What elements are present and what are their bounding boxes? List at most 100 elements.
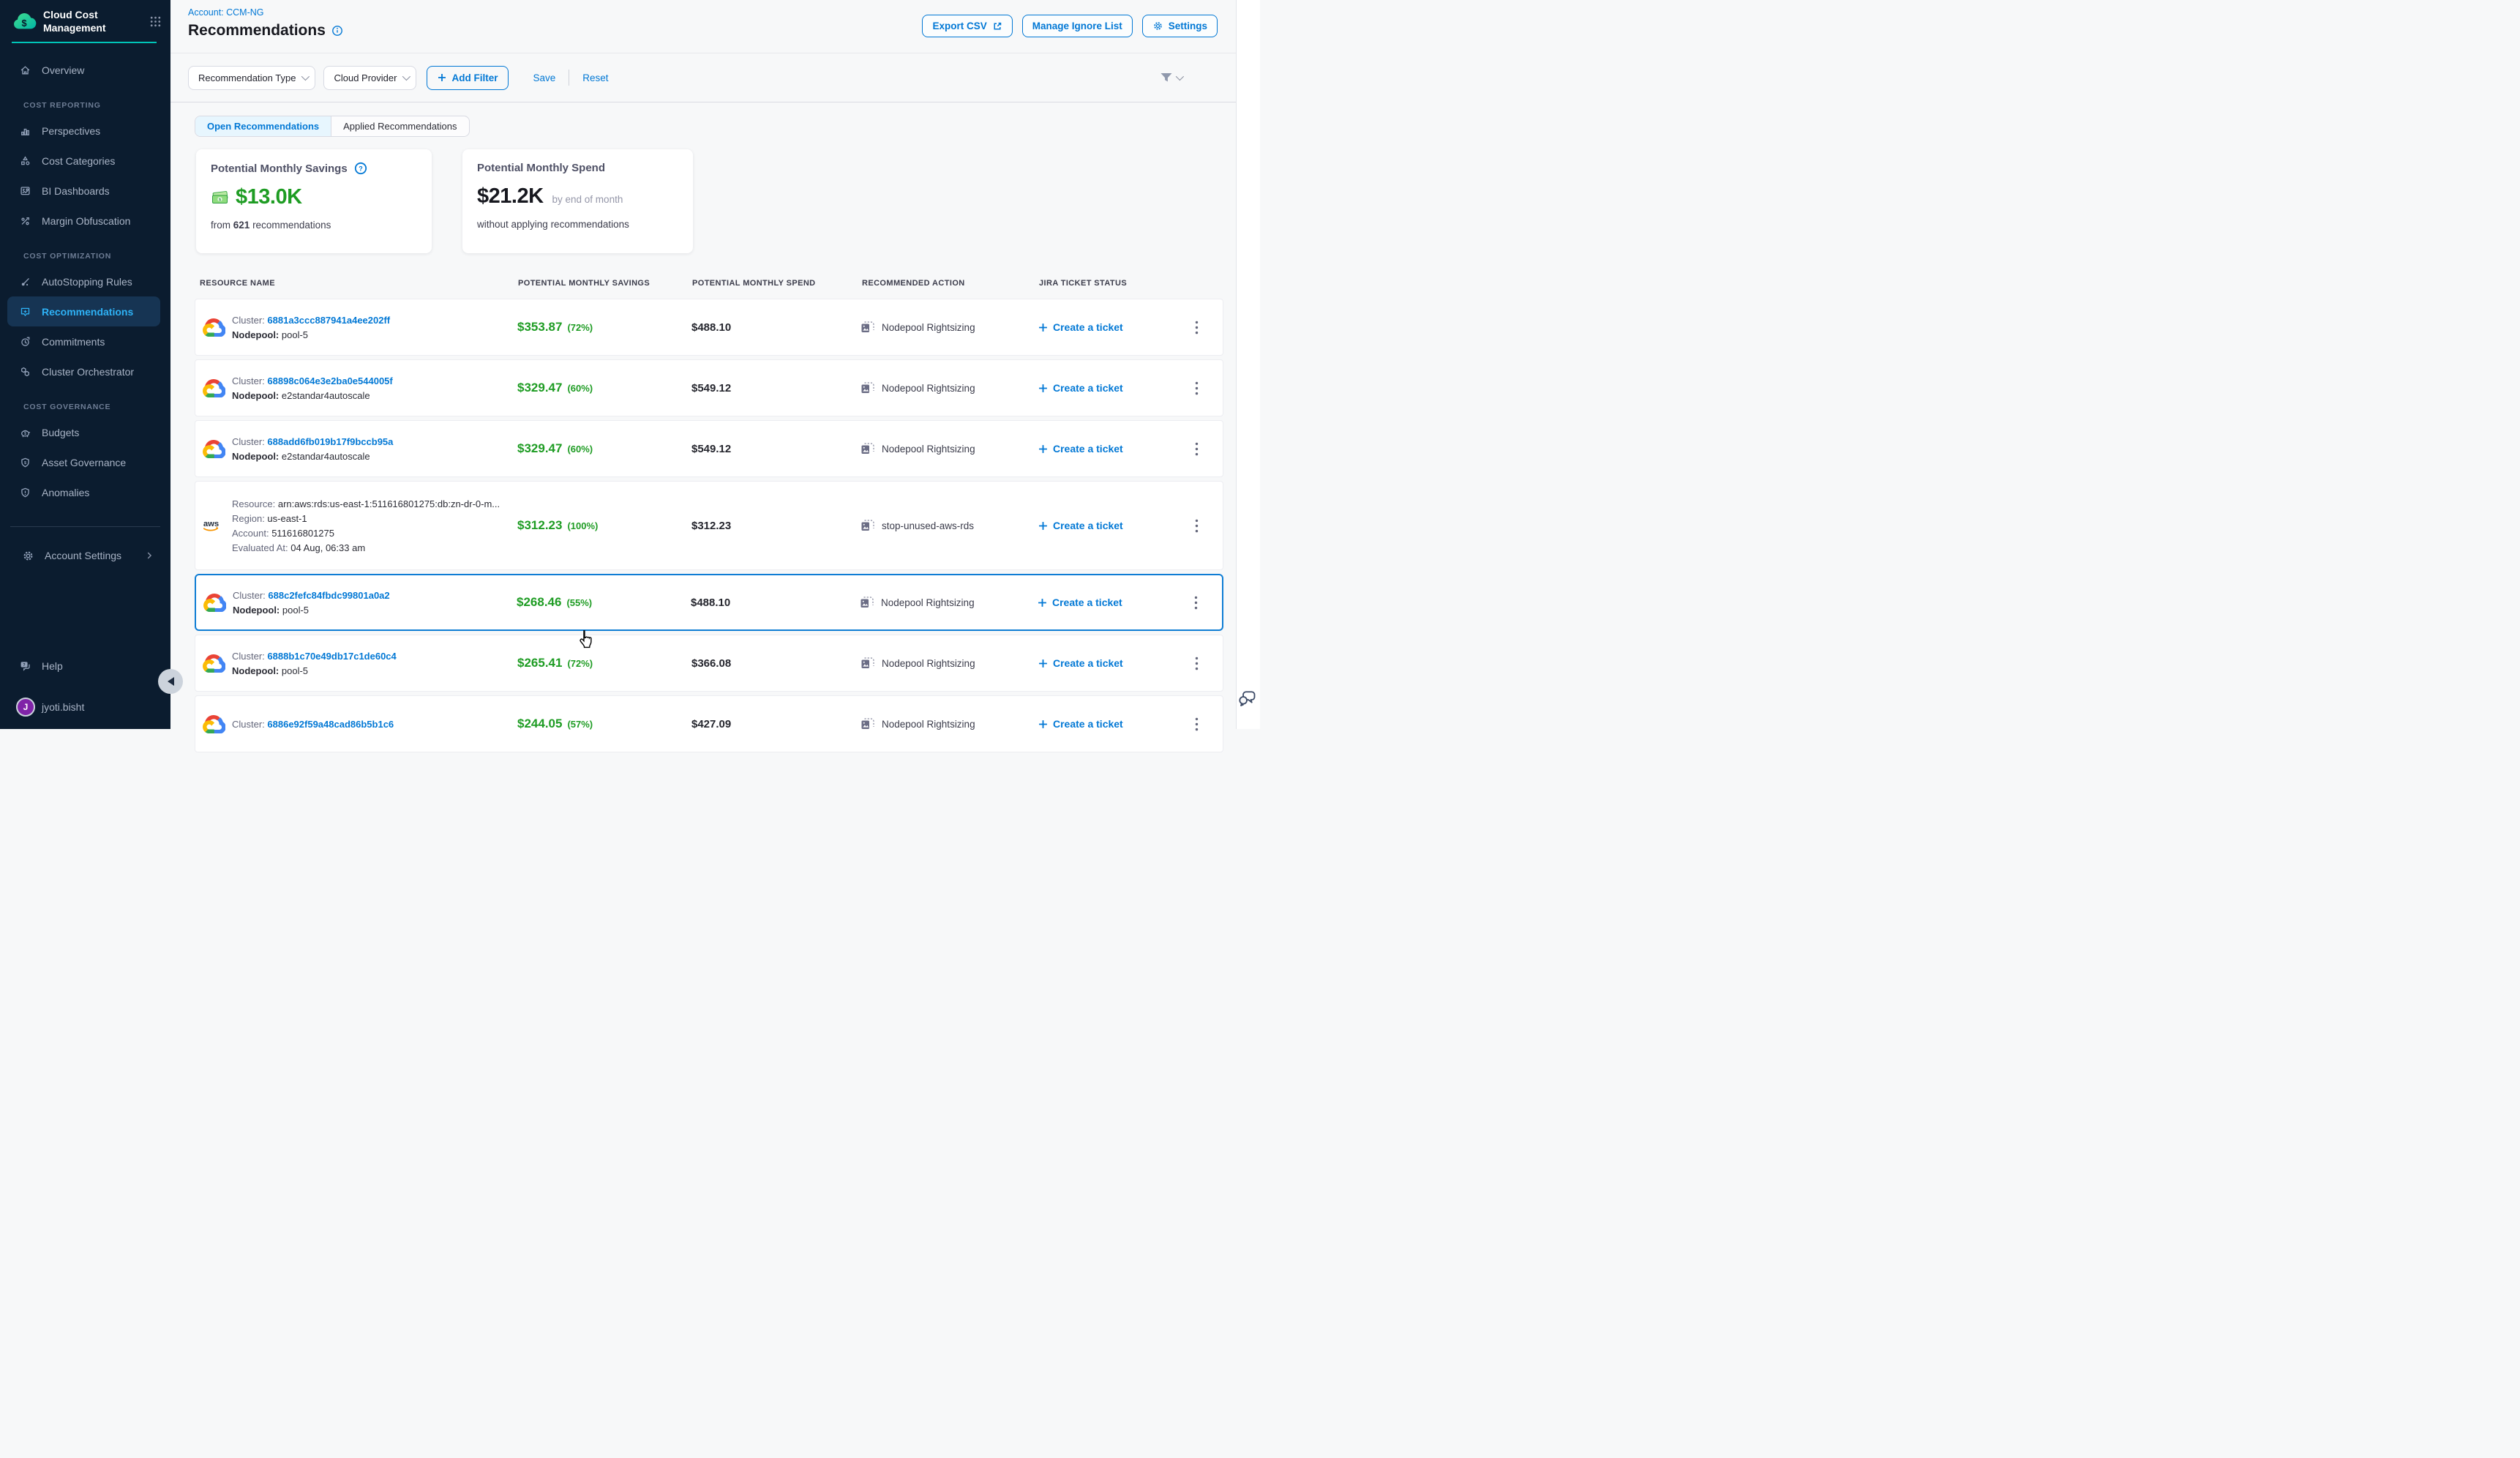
resource-link[interactable]: 6886e92f59a48cad86b5b1c6	[267, 719, 394, 730]
save-filter-button[interactable]: Save	[533, 72, 555, 83]
savings-percent: (57%)	[567, 719, 593, 730]
rightsizing-icon	[861, 718, 874, 730]
autostopping-icon	[19, 276, 35, 288]
row-options-kebab-icon[interactable]	[1171, 381, 1223, 395]
create-ticket-button[interactable]: Create a ticket	[1038, 657, 1171, 669]
create-ticket-button[interactable]: Create a ticket	[1038, 443, 1171, 455]
sidebar-item-cluster-orchestrator[interactable]: Cluster Orchestrator	[7, 356, 160, 386]
question-icon[interactable]: ?	[354, 162, 367, 175]
filter-panel-toggle[interactable]	[1160, 53, 1182, 102]
sidebar-section-label: COST OPTIMIZATION	[0, 246, 170, 266]
row-options-kebab-icon[interactable]	[1171, 321, 1223, 334]
sidebar-item-anomalies[interactable]: Anomalies	[7, 477, 160, 507]
create-ticket-label: Create a ticket	[1053, 718, 1123, 730]
sidebar-item-label: Perspectives	[42, 125, 100, 137]
table-row[interactable]: awsResource: arn:aws:rds:us-east-1:51161…	[195, 481, 1223, 570]
export-csv-button[interactable]: Export CSV	[922, 15, 1012, 37]
svg-text:?: ?	[359, 165, 363, 172]
table-row[interactable]: Cluster: 688c2fefc84fbdc99801a0a2 Nodepoo…	[195, 574, 1223, 631]
anomalies-icon	[19, 487, 35, 498]
sidebar-item-autostopping-rules[interactable]: AutoStopping Rules	[7, 266, 160, 296]
resource-name-cell: Cluster: 6888b1c70e49db17c1de60c4Nodepoo…	[232, 651, 517, 676]
resource-line: Cluster: 688add6fb019b17f9bccb95a	[232, 436, 507, 447]
row-options-kebab-icon[interactable]	[1171, 717, 1223, 731]
table-row[interactable]: Cluster: 6888b1c70e49db17c1de60c4 Nodepoo…	[195, 635, 1223, 692]
resource-link[interactable]: 688add6fb019b17f9bccb95a	[267, 436, 393, 447]
potential-monthly-spend-cell: $488.10	[691, 597, 860, 609]
sidebar-item-asset-governance[interactable]: $Asset Governance	[7, 447, 160, 477]
savings-amount: $13.0K	[236, 185, 302, 209]
potential-monthly-savings-cell: $268.46(55%)	[517, 595, 691, 610]
action-label: Nodepool Rightsizing	[882, 658, 975, 669]
plus-icon	[1038, 659, 1048, 668]
table-row[interactable]: Cluster: 6881a3ccc887941a4ee202ffNodepoo…	[195, 299, 1223, 356]
create-ticket-button[interactable]: Create a ticket	[1038, 321, 1171, 333]
sidebar-item-help[interactable]: ? Help	[7, 651, 160, 681]
info-icon[interactable]	[331, 25, 343, 37]
resource-link[interactable]: 6888b1c70e49db17c1de60c4	[267, 651, 396, 662]
row-options-kebab-icon[interactable]	[1171, 657, 1223, 670]
asset-governance-icon: $	[19, 457, 35, 468]
sidebar-item-recommendations[interactable]: Recommendations	[7, 296, 160, 326]
row-options-kebab-icon[interactable]	[1170, 596, 1222, 610]
filter-dropdown-cloud-provider[interactable]: Cloud Provider	[323, 66, 416, 90]
filter-bar: Recommendation Type Cloud Provider Add Fi…	[170, 53, 1236, 102]
gcp-icon	[195, 379, 232, 397]
scrollbar-gutter[interactable]	[1236, 0, 1260, 729]
sidebar-item-margin-obfuscation[interactable]: Margin Obfuscation	[7, 206, 160, 236]
settings-button[interactable]: Settings	[1142, 15, 1218, 37]
app-title: Cloud Cost Management	[43, 9, 124, 34]
sidebar-item-cost-categories[interactable]: Cost Categories	[7, 146, 160, 176]
user-menu[interactable]: J jyoti.bisht	[7, 692, 160, 722]
action-label: Nodepool Rightsizing	[882, 444, 975, 455]
row-options-kebab-icon[interactable]	[1171, 519, 1223, 533]
add-filter-button[interactable]: Add Filter	[427, 66, 509, 90]
table-row[interactable]: Cluster: 68898c064e3e2ba0e544005fNodepoo…	[195, 359, 1223, 416]
filter-dropdown-recommendation-type[interactable]: Recommendation Type	[188, 66, 315, 90]
tab-applied-recommendations[interactable]: Applied Recommendations	[331, 116, 468, 136]
potential-monthly-spend-cell: $366.08	[691, 657, 861, 670]
sidebar-item-bi-dashboards[interactable]: BI Dashboards	[7, 176, 160, 206]
spend-subtext: without applying recommendations	[477, 219, 678, 230]
row-options-kebab-icon[interactable]	[1171, 442, 1223, 456]
breadcrumb-account-link[interactable]: Account: CCM-NG	[188, 7, 264, 18]
resource-link[interactable]: 68898c064e3e2ba0e544005f	[267, 375, 392, 386]
action-label: Nodepool Rightsizing	[881, 597, 975, 608]
plus-icon	[1038, 521, 1048, 531]
resource-link[interactable]: 688c2fefc84fbdc99801a0a2	[268, 590, 389, 601]
resource-value: e2standar4autoscale	[282, 451, 370, 462]
resource-name-cell: Cluster: 6881a3ccc887941a4ee202ffNodepoo…	[232, 315, 517, 340]
create-ticket-button[interactable]: Create a ticket	[1038, 520, 1171, 531]
savings-percent: (72%)	[567, 658, 593, 669]
recommended-action-cell: stop-unused-aws-rds	[861, 520, 1038, 531]
create-ticket-label: Create a ticket	[1053, 520, 1123, 531]
tab-open-recommendations[interactable]: Open Recommendations	[195, 116, 331, 136]
module-grid-icon[interactable]	[149, 15, 162, 28]
resource-link[interactable]: 6881a3ccc887941a4ee202ff	[267, 315, 390, 326]
sidebar-item-commitments[interactable]: Commitments	[7, 326, 160, 356]
resource-label: Cluster:	[233, 590, 268, 601]
table-row[interactable]: Cluster: 688add6fb019b17f9bccb95a Nodepoo…	[195, 420, 1223, 477]
settings-gear-icon	[1152, 20, 1163, 31]
create-ticket-button[interactable]: Create a ticket	[1038, 718, 1171, 730]
summary-cards: Potential Monthly Savings ? $ $13.0K	[196, 149, 693, 253]
sidebar-item-budgets[interactable]: $Budgets	[7, 417, 160, 447]
cluster-orchestrator-icon	[19, 366, 35, 378]
column-header: POTENTIAL MONTHLY SPEND	[692, 279, 862, 288]
sidebar-item-account-settings[interactable]: Account Settings	[10, 540, 160, 570]
create-ticket-button[interactable]: Create a ticket	[1038, 382, 1171, 394]
create-ticket-button[interactable]: Create a ticket	[1038, 597, 1170, 608]
rightsizing-icon	[861, 520, 874, 531]
resource-line: Cluster: 6888b1c70e49db17c1de60c4	[232, 651, 507, 662]
svg-text:?: ?	[23, 662, 26, 667]
rightsizing-icon	[860, 597, 874, 608]
sidebar-item-label: Margin Obfuscation	[42, 215, 130, 227]
chat-bubbles-icon[interactable]	[1238, 689, 1256, 707]
sidebar-collapse-handle[interactable]	[158, 669, 183, 694]
manage-ignore-list-button[interactable]: Manage Ignore List	[1022, 15, 1133, 37]
reset-filter-button[interactable]: Reset	[582, 72, 608, 83]
sidebar-item-perspectives[interactable]: Perspectives	[7, 116, 160, 146]
table-row[interactable]: Cluster: 6886e92f59a48cad86b5b1c6$244.05…	[195, 695, 1223, 752]
sidebar-item-overview[interactable]: Overview	[7, 55, 160, 85]
chevron-right-icon	[144, 550, 154, 561]
